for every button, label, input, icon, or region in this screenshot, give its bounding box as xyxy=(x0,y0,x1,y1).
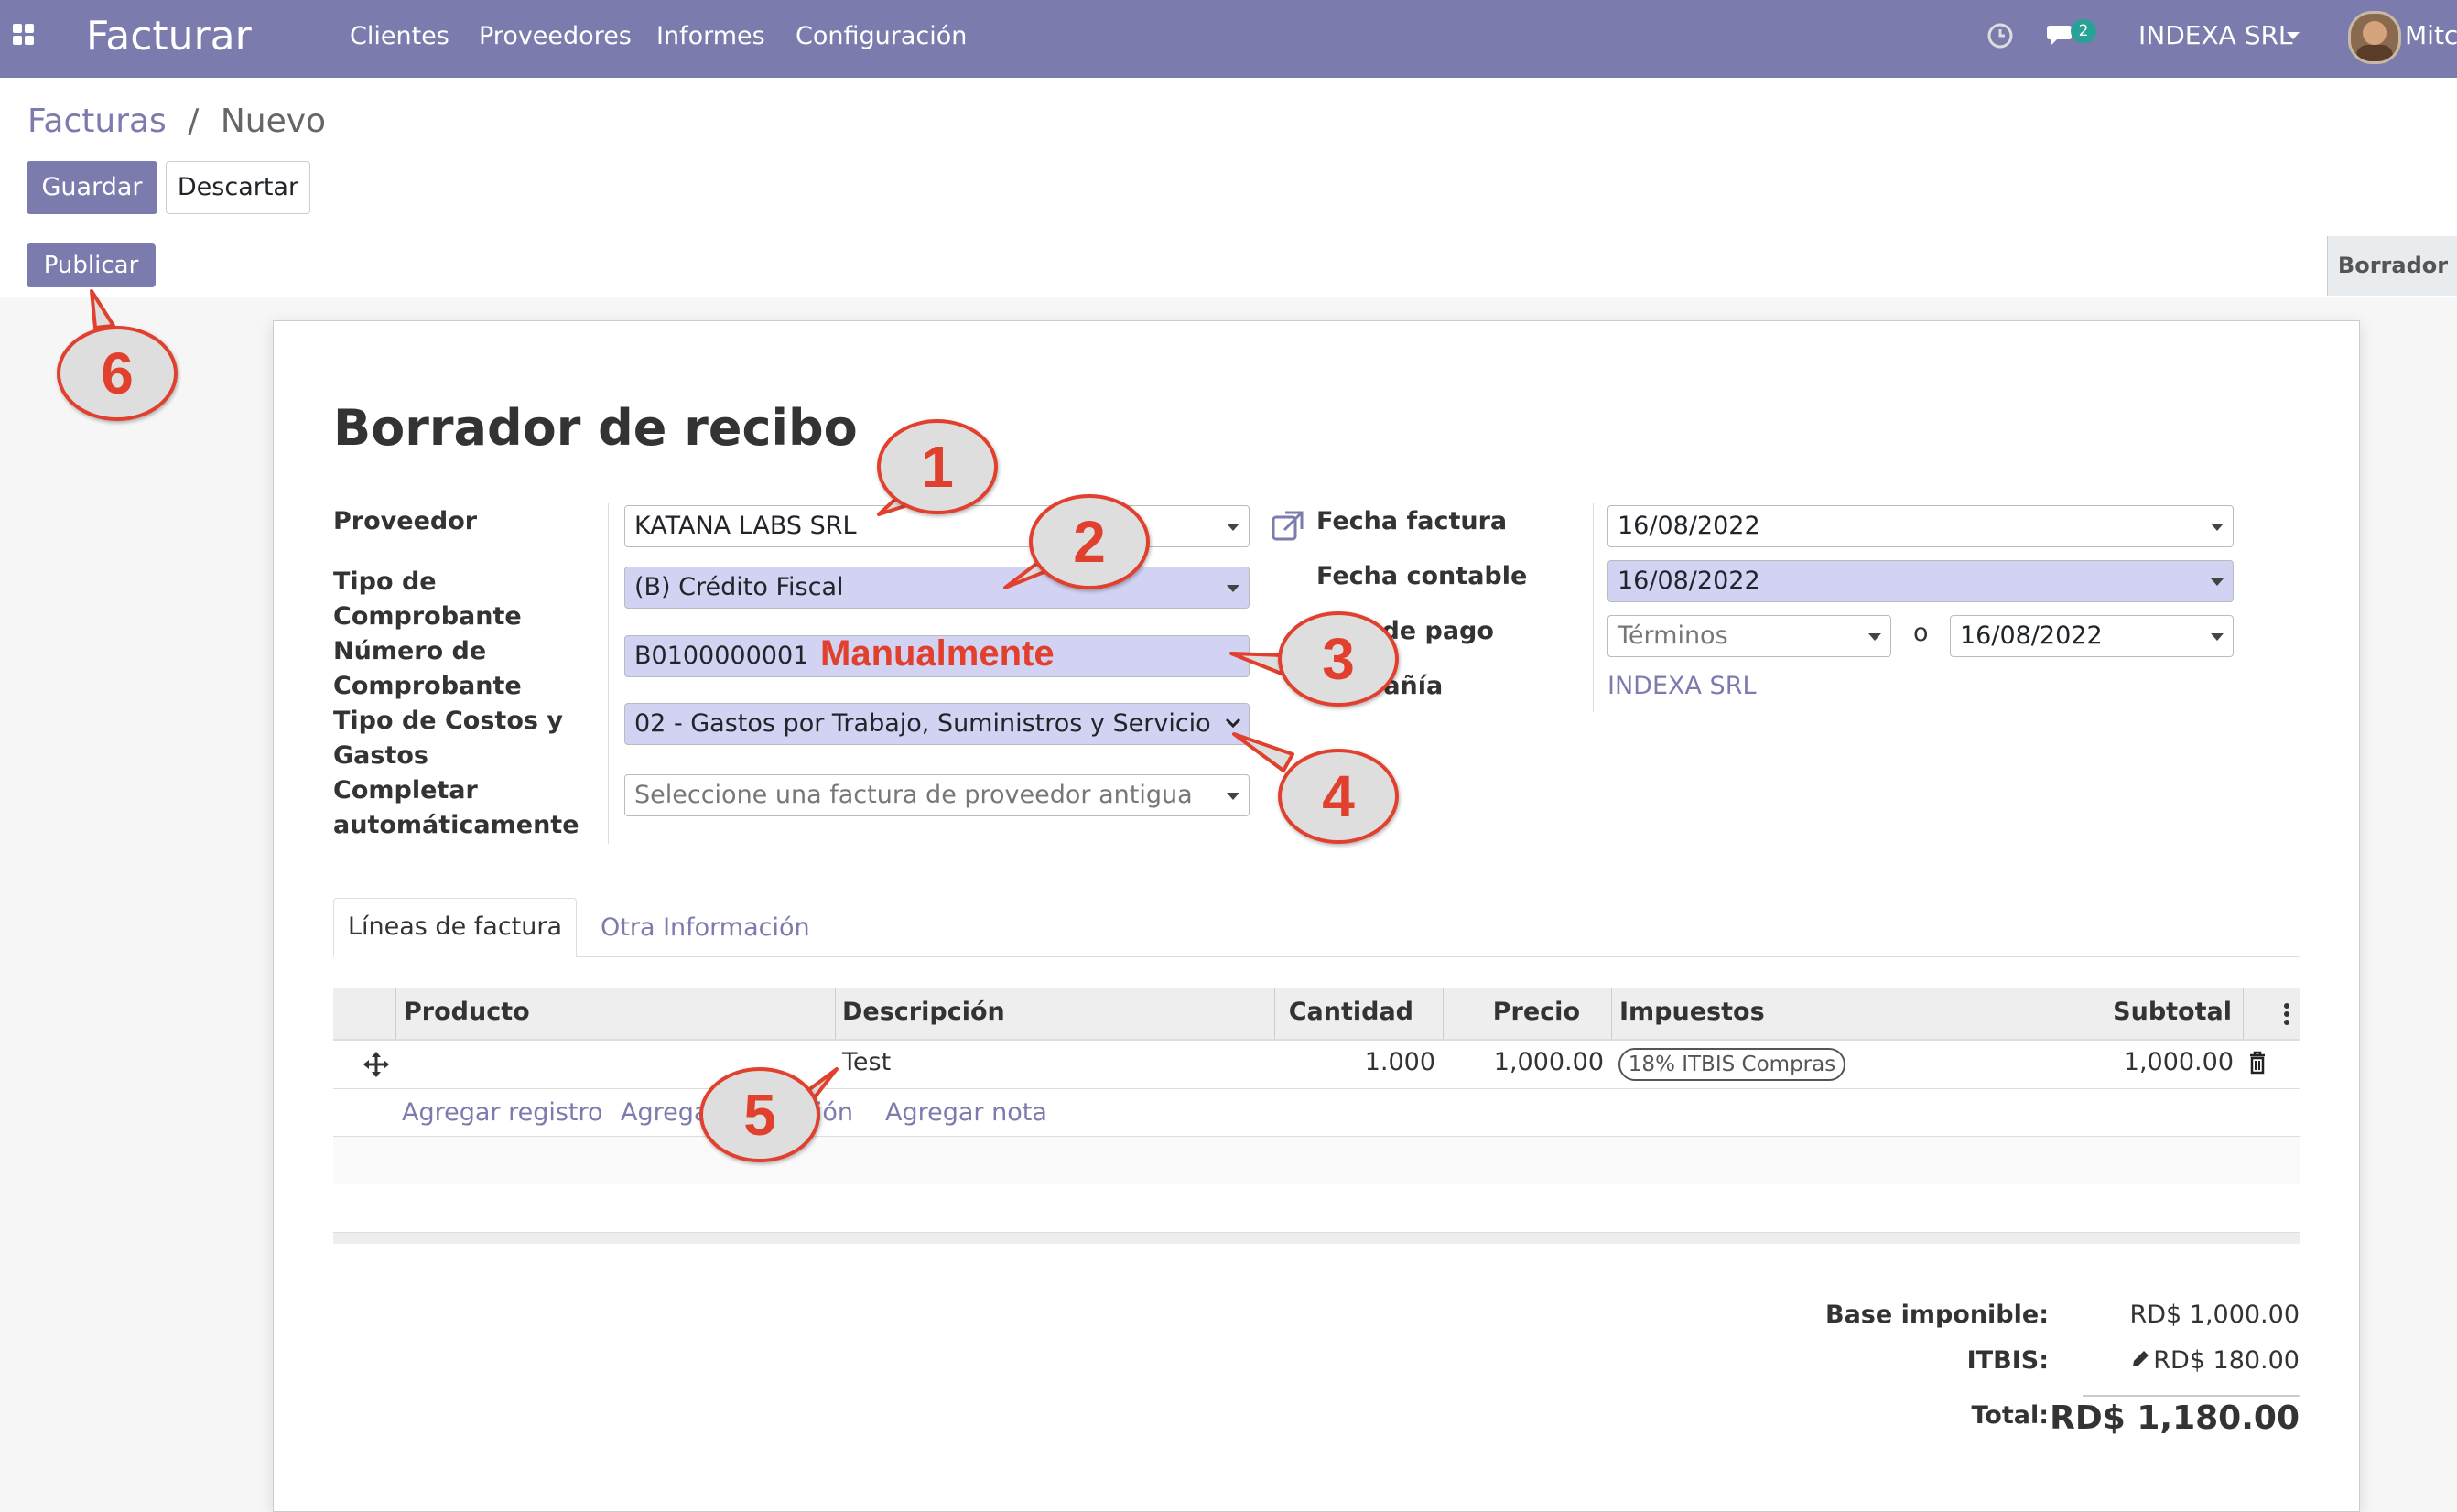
callout-tails xyxy=(90,289,1294,1120)
callout-1: 1 xyxy=(877,419,998,514)
callout-6: 6 xyxy=(57,326,178,421)
callout-2: 2 xyxy=(1029,494,1150,589)
callout-5: 5 xyxy=(699,1067,820,1162)
callout-3: 3 xyxy=(1278,611,1399,707)
callout-4: 4 xyxy=(1278,749,1399,844)
